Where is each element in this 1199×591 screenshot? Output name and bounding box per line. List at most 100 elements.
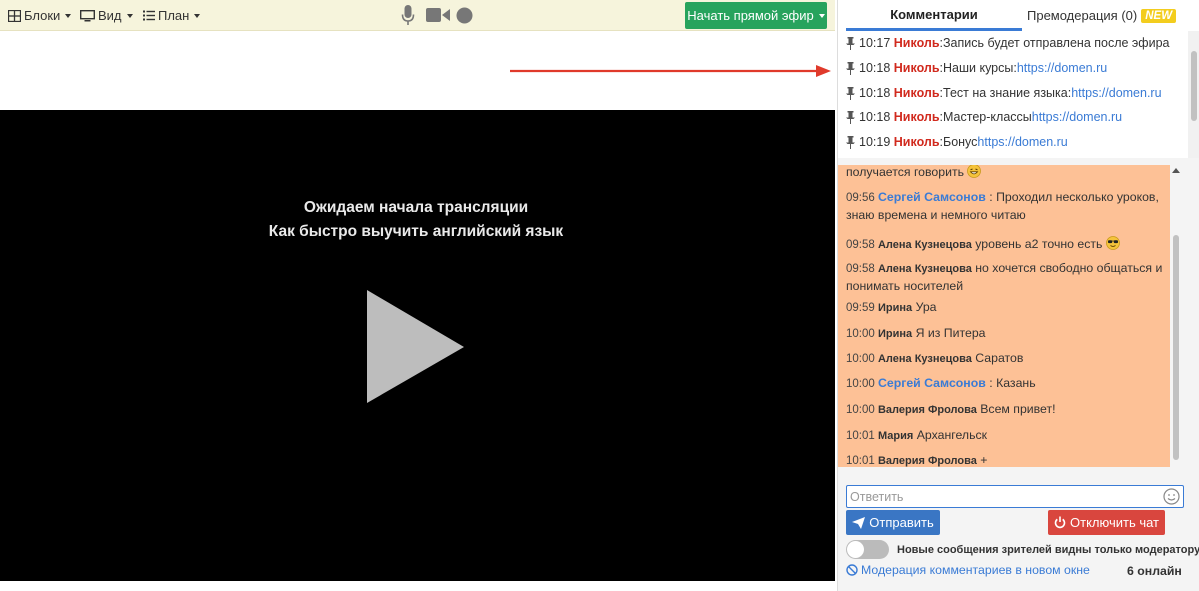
pinned-time: 10:18 (859, 61, 891, 75)
pinned-link[interactable]: https://domen.ru (1032, 110, 1122, 124)
plan-menu[interactable]: План (143, 8, 201, 23)
chat-message-time: 09:59 (846, 302, 878, 314)
scroll-up-arrow-icon[interactable] (1172, 168, 1180, 173)
toolbar: Блоки Вид План Начать прямой эфир (0, 0, 835, 31)
start-live-button[interactable]: Начать прямой эфир (685, 2, 827, 29)
pin-icon[interactable] (846, 135, 855, 149)
pinned-message: 10:18 Николь:Наши курсы: https://domen.r… (846, 61, 1107, 75)
chevron-down-icon (194, 13, 201, 18)
grin-emoji-icon (967, 165, 982, 178)
blocks-menu-label: Блоки (24, 8, 61, 23)
power-icon (1054, 516, 1066, 529)
chat-message-author[interactable]: Ирина (878, 302, 912, 314)
comments-panel: Комментарии Премодерация (0) NEW 10:17 Н… (837, 0, 1199, 591)
pinned-link[interactable]: https://domen.ru (1071, 86, 1161, 100)
view-menu[interactable]: Вид (80, 8, 133, 23)
view-menu-label: Вид (98, 8, 122, 23)
pinned-author[interactable]: Николь (894, 61, 940, 75)
chat-message-text: получается говорить (846, 165, 968, 179)
microphone-icon[interactable] (401, 5, 415, 26)
blocks-menu[interactable]: Блоки (8, 8, 72, 23)
pinned-author[interactable]: Николь (894, 36, 940, 50)
chat-message-author[interactable]: Алена Кузнецова (878, 353, 972, 365)
pinned-message: 10:19 Николь:Бонус https://domen.ru (846, 135, 1068, 149)
chat-message-text: уровень а2 точно есть (975, 237, 1103, 251)
send-button[interactable]: Отправить (846, 510, 940, 535)
tab-premoderation[interactable]: Премодерация (0) NEW (1027, 0, 1177, 31)
disable-chat-button[interactable]: Отключить чат (1048, 510, 1165, 535)
chat-message: 10:00 Валерия Фролова Всем привет! (846, 401, 1164, 419)
list-icon (143, 10, 155, 21)
camera-icon[interactable] (426, 7, 450, 23)
pin-icon[interactable] (846, 61, 855, 75)
pinned-scrollbar-thumb[interactable] (1191, 51, 1197, 121)
app-root: Блоки Вид План Начать прямой эфир Ожидае… (0, 0, 1199, 591)
pinned-text: :Бонус (939, 135, 978, 149)
pinned-time: 10:18 (859, 86, 891, 100)
chat-message-author[interactable]: Валерия Фролова (878, 404, 977, 416)
pinned-scrollbar[interactable] (1188, 31, 1199, 158)
chat-message-author[interactable]: Сергей Самсонов (878, 190, 986, 204)
reply-field-wrapper (846, 485, 1184, 508)
chat-message-author[interactable]: Алена Кузнецова (878, 263, 972, 275)
pinned-time: 10:18 (859, 110, 891, 124)
comments-tabs: Комментарии Премодерация (0) NEW (838, 0, 1199, 31)
pinned-message: 10:17 Николь:Запись будет отправлена пос… (846, 36, 1169, 50)
chat-message-text: Я из Питера (915, 326, 986, 340)
plan-menu-label: План (158, 8, 190, 23)
reply-input[interactable] (847, 486, 1147, 507)
pinned-time: 10:17 (859, 36, 891, 50)
disable-chat-label: Отключить чат (1070, 515, 1159, 530)
moderation-new-window-link[interactable]: Модерация комментариев в новом окне (846, 563, 1090, 577)
chat-message-time: 10:00 (846, 404, 878, 416)
pinned-author[interactable]: Николь (894, 135, 940, 149)
pinned-author[interactable]: Николь (894, 86, 940, 100)
chat-message-author[interactable]: Валерия Фролова (878, 455, 977, 467)
chat-message: 09:58 Алена Кузнецова уровень а2 точно е… (846, 236, 1164, 254)
pin-icon[interactable] (846, 36, 855, 50)
chat-message: 09:59 Ирина Ура (846, 299, 1164, 317)
chat-message-author[interactable]: Ирина (878, 328, 912, 340)
moderator-only-toggle[interactable] (846, 540, 889, 559)
broadcast-pane: Блоки Вид План Начать прямой эфир Ожидае… (0, 0, 835, 591)
pinned-time: 10:19 (859, 135, 891, 149)
pinned-link[interactable]: https://domen.ru (977, 135, 1067, 149)
tab-comments[interactable]: Комментарии (846, 0, 1022, 31)
chat-message-text: Архангельск (916, 428, 988, 442)
chat-message-author[interactable]: Алена Кузнецова (878, 239, 972, 251)
chat-message-time: 10:00 (846, 328, 878, 340)
chat-message-text: + (980, 453, 988, 467)
chat-scrollbar[interactable] (1170, 165, 1182, 467)
chat-message-time: 10:01 (846, 430, 878, 442)
emoji-smile-icon[interactable] (1163, 488, 1180, 505)
chat-message-time: 09:56 (846, 192, 878, 204)
tab-premoderation-label: Премодерация (0) (1027, 8, 1138, 23)
pin-icon[interactable] (846, 86, 855, 100)
chat-message: 10:00 Сергей Самсонов : Казань (846, 375, 1164, 393)
chat-message: 09:56 Сергей Самсонов : Проходил несколь… (846, 189, 1164, 223)
chat-message-author[interactable]: Мария (878, 430, 913, 442)
chat-message-separator: : (985, 376, 997, 390)
tab-comments-label: Комментарии (890, 6, 978, 22)
video-player[interactable]: Ожидаем начала трансляции Как быстро выу… (0, 110, 835, 581)
chat-message: 10:01 Валерия Фролова + (846, 452, 1164, 467)
chat-scrollbar-thumb[interactable] (1173, 235, 1179, 460)
chat-message-time: 10:00 (846, 378, 878, 390)
chat-message: 10:00 Ирина Я из Питера (846, 325, 1164, 343)
record-icon[interactable] (456, 7, 473, 24)
blocks-grid-icon (8, 9, 21, 22)
chat-message-time: 09:58 (846, 239, 878, 251)
pinned-link[interactable]: https://domen.ru (1017, 61, 1107, 75)
chat-message-author[interactable]: Сергей Самсонов (878, 376, 986, 390)
chat-message-time: 10:00 (846, 353, 878, 365)
pin-icon[interactable] (846, 110, 855, 124)
pinned-messages: 10:17 Николь:Запись будет отправлена пос… (838, 31, 1188, 158)
pinned-text: :Запись будет отправлена после эфира (939, 36, 1170, 50)
chevron-down-icon (65, 13, 72, 18)
play-icon[interactable] (367, 290, 465, 405)
paper-plane-icon (852, 516, 866, 529)
pinned-author[interactable]: Николь (894, 110, 940, 124)
monitor-icon (80, 9, 95, 21)
pinned-message: 10:18 Николь:Тест на знание языка: https… (846, 86, 1162, 100)
chat-feed: получается говорить 09:56 Сергей Самсоно… (838, 165, 1170, 467)
